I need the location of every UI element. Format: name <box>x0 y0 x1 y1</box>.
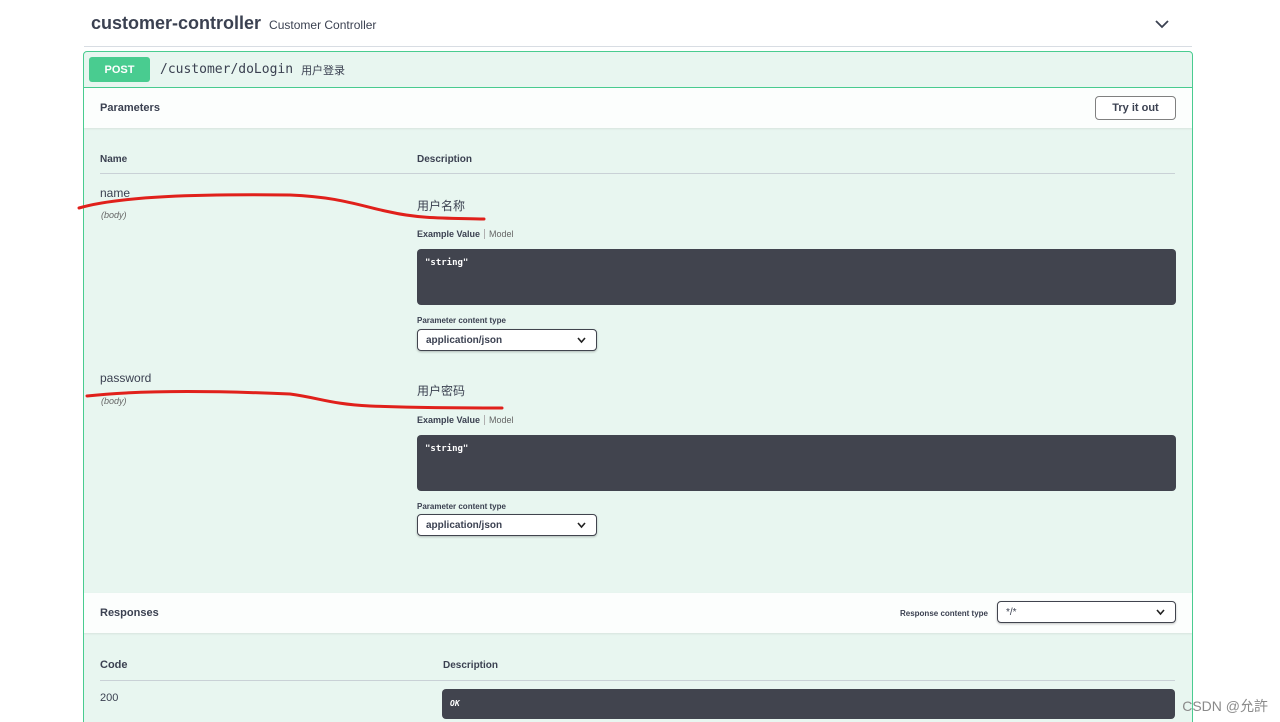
param-content-type-select[interactable]: application/json <box>417 329 597 351</box>
chevron-down-icon <box>1156 609 1165 616</box>
chevron-down-icon <box>577 337 586 344</box>
try-it-out-button[interactable]: Try it out <box>1095 96 1176 120</box>
select-value: application/json <box>426 519 503 531</box>
chevron-down-icon[interactable] <box>1154 16 1170 32</box>
response-content-type-label: Response content type <box>899 609 988 618</box>
operation-summary-text: 用户登录 <box>301 64 346 77</box>
param-description: 用户名称 <box>417 199 466 213</box>
parameters-header: Parameters Try it out <box>84 88 1192 128</box>
param-content-type-label: Parameter content type <box>417 316 506 325</box>
example-value: "string" <box>425 258 469 268</box>
responses-header: Responses Response content type */* <box>84 593 1192 633</box>
column-code-header: Code <box>100 659 128 671</box>
column-name-header: Name <box>100 154 128 165</box>
watermark: CSDN @允許 <box>1182 698 1268 714</box>
swagger-page: customer-controller Customer Controller … <box>0 0 1280 722</box>
tag-description: Customer Controller <box>269 17 377 32</box>
param-description: 用户密码 <box>417 384 466 398</box>
example-value-box: "string" <box>417 249 1176 305</box>
param-name: password <box>100 371 152 385</box>
param-content-type-select[interactable]: application/json <box>417 514 597 536</box>
response-code: 200 <box>100 692 119 704</box>
param-name: name <box>100 186 131 200</box>
tag-name: customer-controller <box>91 12 262 33</box>
responses-title: Responses <box>100 607 159 619</box>
operation-summary[interactable]: POST /customer/doLogin 用户登录 <box>84 52 1192 88</box>
select-value: */* <box>1006 606 1017 618</box>
operation-block: POST /customer/doLogin 用户登录 Parameters T… <box>83 51 1193 722</box>
response-description: OK <box>450 699 460 708</box>
param-location: (body) <box>101 210 127 220</box>
chevron-down-icon <box>577 522 586 529</box>
tab-example-value[interactable]: Example Value <box>417 415 486 425</box>
select-value: application/json <box>426 334 503 346</box>
header-divider <box>100 680 1175 681</box>
example-value: "string" <box>425 444 469 454</box>
param-location: (body) <box>101 396 127 406</box>
header-divider <box>100 173 1175 174</box>
tab-model[interactable]: Model <box>485 229 514 239</box>
tag-header[interactable]: customer-controller Customer Controller <box>84 0 1192 47</box>
param-content-type-label: Parameter content type <box>417 502 506 511</box>
tab-model[interactable]: Model <box>485 415 514 425</box>
method-badge: POST <box>89 57 150 82</box>
response-description-box: OK <box>442 689 1175 719</box>
tab-example-value[interactable]: Example Value <box>417 229 486 239</box>
response-content-type-select[interactable]: */* <box>997 601 1176 623</box>
example-value-box: "string" <box>417 435 1176 491</box>
parameters-title: Parameters <box>100 102 160 114</box>
column-description-header: Description <box>443 660 499 671</box>
operation-path: /customer/doLogin <box>160 62 294 77</box>
example-tabs: Example Value Model <box>417 229 514 239</box>
example-tabs: Example Value Model <box>417 415 514 425</box>
column-description-header: Description <box>417 154 473 165</box>
